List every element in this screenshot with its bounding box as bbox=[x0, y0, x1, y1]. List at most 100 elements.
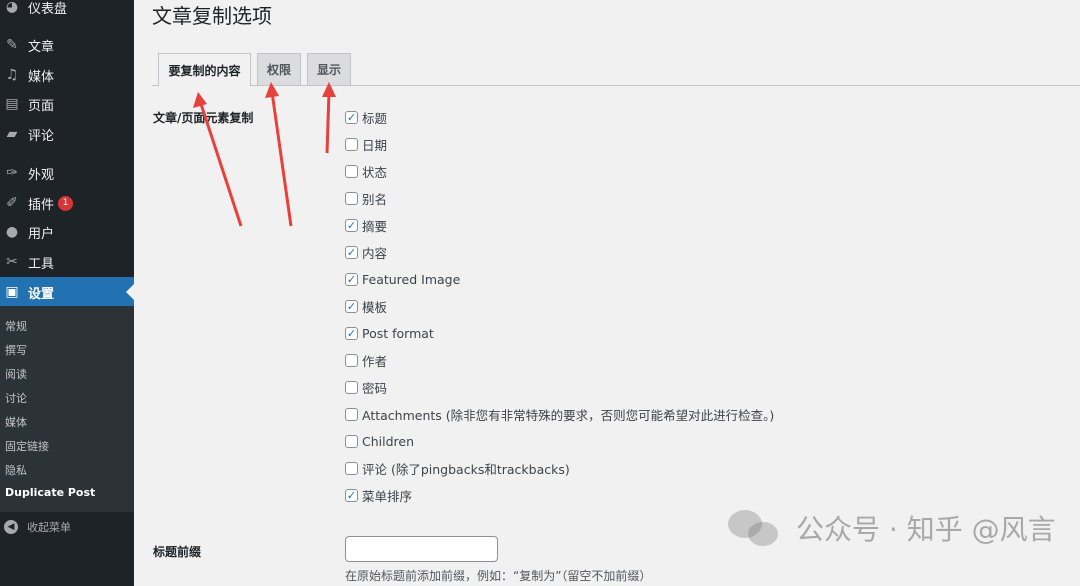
title-prefix-description: 在原始标题前添加前缀，例如：“复制为”（留空不加前缀） bbox=[345, 569, 652, 583]
submenu-item-media[interactable]: 媒体 bbox=[5, 414, 27, 430]
menu-item-settings[interactable]: ▣ 设置 bbox=[0, 277, 134, 307]
option-slug[interactable]: 别名 bbox=[345, 189, 387, 207]
option-date[interactable]: 日期 bbox=[345, 135, 387, 153]
elements-section-label: 文章/页面元素复制 bbox=[153, 111, 254, 125]
submenu-item-discussion[interactable]: 讨论 bbox=[5, 390, 27, 406]
checkbox[interactable] bbox=[345, 353, 358, 367]
option-label: 内容 bbox=[362, 245, 388, 261]
collapse-label: 收起菜单 bbox=[27, 521, 71, 534]
option-label: 评论 (除了pingbacks和trackbacks) bbox=[362, 461, 570, 477]
menu-label: 外观 bbox=[28, 167, 55, 183]
option-label: Attachments (除非您有非常特殊的要求，否则您可能希望对此进行检查。) bbox=[362, 407, 775, 423]
checkbox[interactable] bbox=[345, 461, 358, 475]
menu-item-plugins[interactable]: ✐ 插件 1 bbox=[0, 189, 134, 217]
checkbox-checked[interactable]: ✓ bbox=[345, 110, 358, 124]
checkbox-checked[interactable]: ✓ bbox=[345, 326, 358, 340]
collapse-arrow-icon: ◀ bbox=[4, 520, 18, 534]
menu-label: 用户 bbox=[28, 226, 55, 242]
checkbox[interactable] bbox=[345, 380, 358, 394]
menu-label: 媒体 bbox=[28, 69, 55, 85]
menu-item-media[interactable]: ♫ 媒体 bbox=[0, 61, 134, 89]
media-icon: ♫ bbox=[5, 67, 19, 83]
menu-label: 插件 bbox=[28, 197, 55, 213]
submenu-item-general[interactable]: 常规 bbox=[5, 318, 27, 334]
option-label: 模板 bbox=[362, 299, 388, 315]
option-label: 菜单排序 bbox=[362, 488, 413, 504]
option-attachments[interactable]: Attachments (除非您有非常特殊的要求，否则您可能希望对此进行检查。) bbox=[345, 405, 774, 423]
menu-label: 仪表盘 bbox=[28, 1, 68, 17]
checkbox-checked[interactable]: ✓ bbox=[345, 272, 358, 286]
wrench-icon: ✂ bbox=[6, 254, 18, 270]
menu-label: 评论 bbox=[28, 128, 55, 144]
option-children[interactable]: Children bbox=[345, 432, 414, 450]
menu-item-posts[interactable]: ✎ 文章 bbox=[0, 31, 134, 59]
option-label: Children bbox=[362, 433, 415, 449]
option-comments[interactable]: 评论 (除了pingbacks和trackbacks) bbox=[345, 459, 570, 477]
submenu-item-reading[interactable]: 阅读 bbox=[5, 366, 27, 382]
user-icon: ● bbox=[5, 224, 19, 240]
menu-item-pages[interactable]: ▤ 页面 bbox=[0, 90, 134, 118]
watermark: 公众号 · 知乎 @风言 bbox=[728, 508, 1056, 548]
option-title[interactable]: ✓ 标题 bbox=[345, 108, 387, 126]
tab-display[interactable]: 显示 bbox=[307, 53, 351, 86]
admin-sidebar: ◕ 仪表盘 ✎ 文章 ♫ 媒体 ▤ 页面 ▰ 评论 ✑ 外观 ✐ 插件 1 ● 用户 ✂ 工具 ▣ 设… bbox=[0, 0, 134, 586]
checkbox-checked[interactable]: ✓ bbox=[345, 245, 358, 259]
page-icon: ▤ bbox=[5, 96, 19, 112]
annotation-arrows bbox=[193, 82, 336, 227]
title-prefix-label: 标题前缀 bbox=[153, 545, 202, 559]
menu-label: 页面 bbox=[28, 98, 55, 114]
arrow-icon bbox=[265, 82, 293, 227]
option-label: 日期 bbox=[362, 137, 388, 153]
menu-item-dashboard[interactable]: ◕ 仪表盘 bbox=[0, 0, 134, 21]
option-featured-image[interactable]: ✓ Featured Image bbox=[345, 270, 460, 288]
menu-label: 文章 bbox=[28, 39, 55, 55]
menu-item-tools[interactable]: ✂ 工具 bbox=[0, 248, 134, 276]
option-label: Post format bbox=[362, 325, 434, 341]
option-post-format[interactable]: ✓ Post format bbox=[345, 324, 434, 342]
option-label: 作者 bbox=[362, 353, 388, 369]
plugin-icon: ✐ bbox=[6, 195, 18, 211]
arrow-icon bbox=[322, 82, 336, 154]
wechat-icon bbox=[728, 508, 780, 548]
option-template[interactable]: ✓ 模板 bbox=[345, 297, 387, 315]
option-label: 别名 bbox=[362, 191, 388, 207]
checkbox[interactable] bbox=[345, 137, 358, 151]
option-password[interactable]: 密码 bbox=[345, 378, 387, 396]
submenu-item-duplicate-post[interactable]: Duplicate Post bbox=[5, 486, 95, 499]
option-label: 密码 bbox=[362, 380, 388, 396]
tab-bar: 要复制的内容 权限 显示 bbox=[152, 53, 1080, 87]
title-prefix-input[interactable] bbox=[345, 536, 498, 562]
watermark-text: 公众号 · 知乎 @风言 bbox=[796, 513, 1056, 546]
menu-item-comments[interactable]: ▰ 评论 bbox=[0, 120, 134, 148]
option-content[interactable]: ✓ 内容 bbox=[345, 243, 387, 261]
tab-permissions[interactable]: 权限 bbox=[257, 53, 301, 86]
menu-item-appearance[interactable]: ✑ 外观 bbox=[0, 159, 134, 187]
brush-icon: ✑ bbox=[6, 165, 18, 181]
page-title: 文章复制选项 bbox=[152, 4, 272, 28]
option-label: 摘要 bbox=[362, 218, 388, 234]
menu-item-users[interactable]: ● 用户 bbox=[0, 218, 134, 246]
checkbox[interactable] bbox=[345, 191, 358, 205]
option-author[interactable]: 作者 bbox=[345, 351, 387, 369]
option-status[interactable]: 状态 bbox=[345, 162, 387, 180]
checkbox-checked[interactable]: ✓ bbox=[345, 218, 358, 232]
pin-icon: ✎ bbox=[6, 37, 18, 53]
comment-icon: ▰ bbox=[6, 126, 18, 142]
option-label: 标题 bbox=[362, 110, 388, 126]
tab-what-to-copy[interactable]: 要复制的内容 bbox=[158, 53, 251, 87]
submenu-item-writing[interactable]: 撰写 bbox=[5, 342, 27, 358]
option-label: Featured Image bbox=[362, 271, 461, 287]
option-excerpt[interactable]: ✓ 摘要 bbox=[345, 216, 387, 234]
dashboard-icon: ◕ bbox=[5, 0, 19, 15]
checkbox-checked[interactable]: ✓ bbox=[345, 299, 358, 313]
checkbox[interactable] bbox=[345, 407, 358, 421]
checkbox-checked[interactable]: ✓ bbox=[345, 488, 358, 502]
checkbox[interactable] bbox=[345, 434, 358, 448]
option-label: 状态 bbox=[362, 164, 388, 180]
checkbox[interactable] bbox=[345, 164, 358, 178]
option-menu-order[interactable]: ✓ 菜单排序 bbox=[345, 486, 412, 504]
submenu-item-permalinks[interactable]: 固定链接 bbox=[5, 438, 49, 454]
menu-label: 工具 bbox=[28, 256, 55, 272]
submenu-item-privacy[interactable]: 隐私 bbox=[5, 462, 27, 478]
collapse-menu-button[interactable]: ◀ 收起菜单 bbox=[0, 516, 134, 538]
